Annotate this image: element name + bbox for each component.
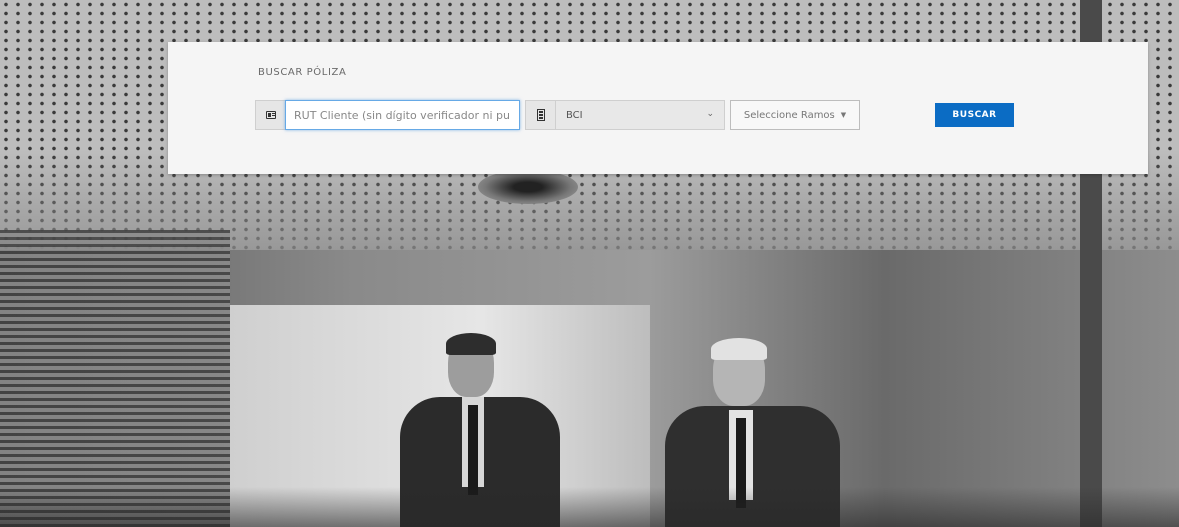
search-button[interactable]: BUSCAR (935, 103, 1014, 127)
person-hair (711, 338, 767, 360)
chevron-down-icon: ⌄ (706, 109, 714, 119)
ceiling-vent (478, 170, 578, 204)
bank-addon (525, 100, 555, 130)
select-ramos-dropdown[interactable]: Seleccione Ramos ▼ (730, 100, 860, 130)
bank-select-value: BCI (566, 109, 583, 121)
search-policy-panel: BUSCAR PÓLIZA BCI ⌄ Seleccione Ramos ▼ B… (168, 42, 1148, 174)
window-blinds (0, 230, 230, 527)
caret-down-icon: ▼ (840, 111, 847, 119)
rut-client-input[interactable] (285, 100, 520, 130)
person-tie (468, 405, 478, 495)
rut-addon (255, 100, 285, 130)
bottom-shade (0, 487, 1179, 527)
bank-building-icon (536, 109, 545, 121)
id-card-icon (265, 111, 276, 119)
bank-select[interactable]: BCI ⌄ (555, 100, 725, 130)
person-hair (446, 333, 496, 355)
ramos-label: Seleccione Ramos (743, 109, 835, 121)
panel-title: BUSCAR PÓLIZA (258, 67, 347, 78)
